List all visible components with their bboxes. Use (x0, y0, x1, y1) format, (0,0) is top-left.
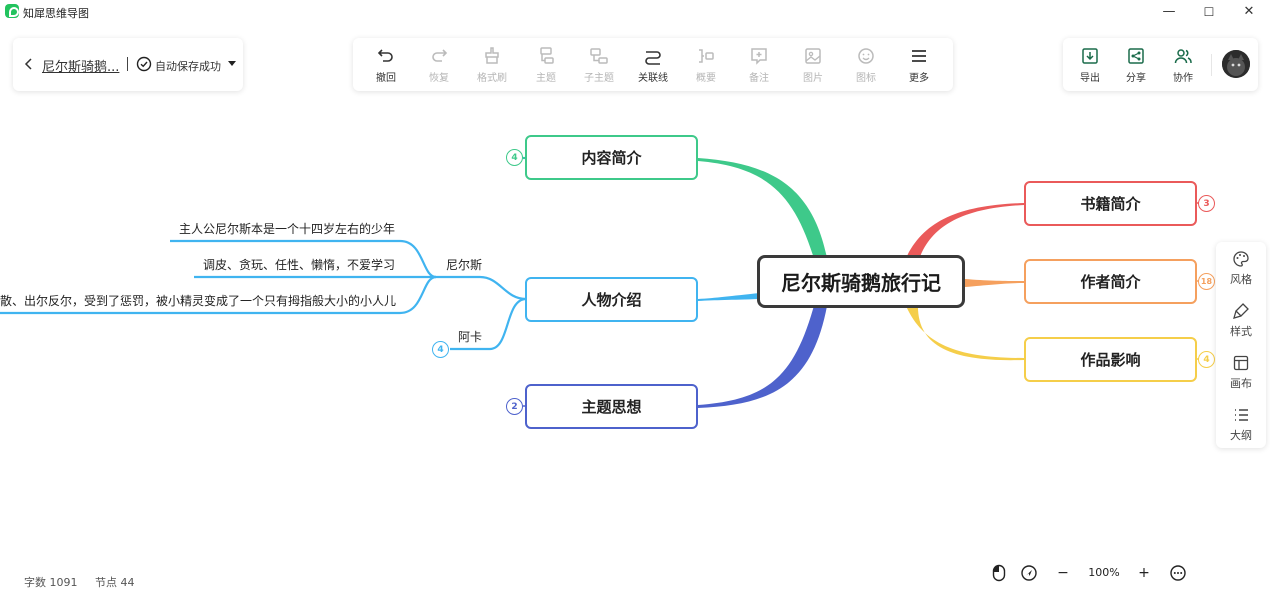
zoom-controls: − 100% + (985, 562, 1195, 584)
connector-book-intro (906, 203, 1024, 262)
connector-nils (436, 275, 527, 301)
node-content-intro[interactable]: 内容简介 (525, 135, 698, 180)
collapsed-count-badge[interactable]: 18 (1198, 273, 1215, 290)
outline-button[interactable]: 大纲 (1216, 406, 1266, 452)
more-options-button[interactable] (1168, 562, 1188, 584)
canvas-button[interactable]: 画布 (1216, 354, 1266, 400)
mouse-mode-button[interactable] (989, 562, 1009, 584)
connector-author-intro (965, 279, 1024, 287)
connector-theme (698, 302, 827, 408)
word-count: 字数 1091 (24, 576, 78, 589)
outline-label: 大纲 (1230, 429, 1252, 442)
zoom-in-button[interactable]: + (1134, 562, 1154, 584)
node-nils-detail[interactable]: 散、出尔反尔，受到了惩罚，被小精灵变成了一个只有拇指般大小的小人儿 (0, 292, 420, 309)
zoom-level: 100% (1088, 566, 1120, 579)
more-options-icon (1170, 565, 1186, 581)
node-nils-detail[interactable]: 主人公尼尔斯本是一个十四岁左右的少年 (179, 220, 395, 237)
collapsed-count-badge[interactable]: 4 (432, 341, 449, 358)
node-aka[interactable]: 阿卡 (458, 328, 482, 345)
collapsed-count-badge[interactable]: 2 (506, 398, 523, 415)
connector-influence (906, 303, 1024, 361)
layout-icon (1233, 355, 1249, 371)
node-characters[interactable]: 人物介绍 (525, 277, 698, 322)
list-icon (1235, 409, 1248, 421)
locate-button[interactable] (1019, 562, 1039, 584)
zoom-out-button[interactable]: − (1053, 562, 1073, 584)
node-book-intro[interactable]: 书籍简介 (1024, 181, 1197, 226)
locate-icon (1021, 565, 1037, 581)
node-nils-detail[interactable]: 调皮、贪玩、任性、懒惰，不爱学习 (203, 256, 395, 273)
node-theme[interactable]: 主题思想 (525, 384, 698, 429)
mouse-icon (992, 564, 1006, 582)
canvas-label: 画布 (1230, 377, 1252, 390)
mindmap-app-window: 知犀思维导图 — ☐ ✕ 尼尔斯骑鹅... 自动保存成功 撤回 恢复 格式刷 主… (0, 0, 1270, 608)
node-style-button[interactable]: 样式 (1216, 302, 1266, 348)
node-nils[interactable]: 尼尔斯 (446, 256, 482, 273)
node-author-intro[interactable]: 作者简介 (1024, 259, 1197, 304)
collapsed-count-badge[interactable]: 4 (1198, 351, 1215, 368)
style-theme-label: 风格 (1230, 273, 1252, 286)
right-side-panel: 风格 样式 画布 大纲 (1216, 242, 1266, 448)
node-style-label: 样式 (1230, 325, 1252, 338)
connector-content-intro (698, 158, 827, 262)
collapsed-count-badge[interactable]: 4 (506, 149, 523, 166)
node-influence[interactable]: 作品影响 (1024, 337, 1197, 382)
collapsed-count-badge[interactable]: 3 (1198, 195, 1215, 212)
brush-icon (1233, 303, 1249, 319)
node-count: 节点 44 (95, 576, 135, 589)
connector-characters (698, 293, 760, 301)
root-node[interactable]: 尼尔斯骑鹅旅行记 (757, 255, 965, 308)
document-stats: 字数 1091 节点 44 (24, 574, 149, 590)
style-theme-button[interactable]: 风格 (1216, 250, 1266, 296)
palette-icon (1233, 251, 1249, 267)
